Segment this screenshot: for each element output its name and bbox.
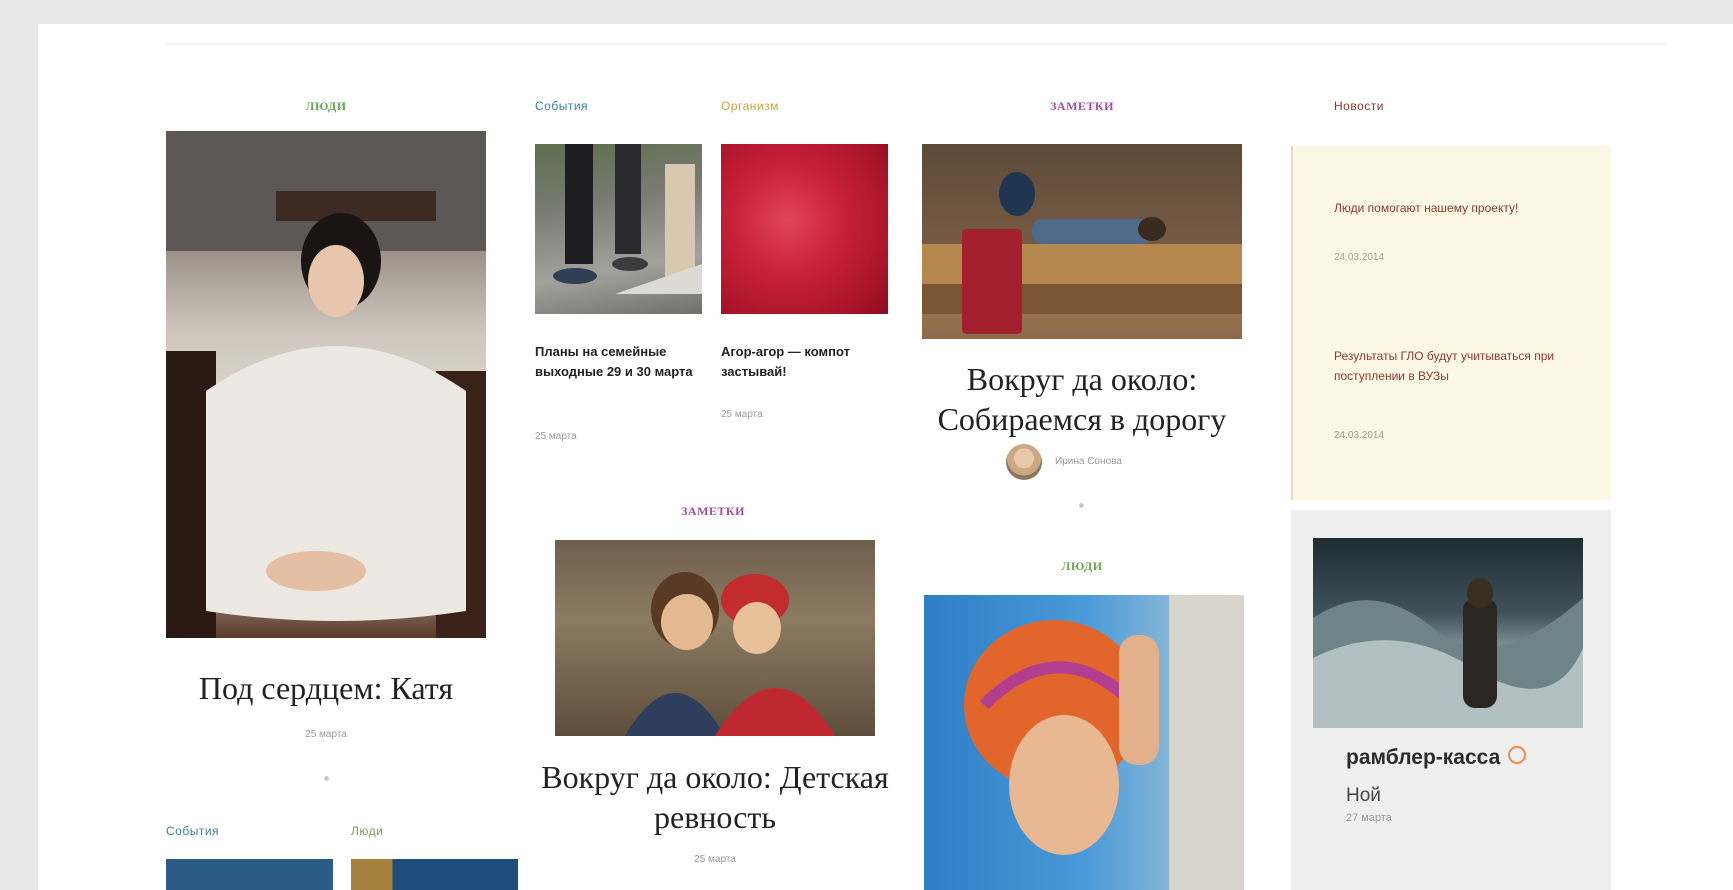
author-name[interactable]: Ирина Сонова: [1055, 456, 1122, 467]
rambler-kassa-brand: рамблер-касса: [1346, 746, 1501, 769]
category-events[interactable]: События: [166, 824, 219, 838]
news-item-date: 24.03.2014: [1334, 430, 1385, 441]
top-divider: [166, 43, 1666, 45]
rambler-kassa-logo[interactable]: рамблер-касса: [1346, 746, 1527, 770]
author-avatar: [1006, 444, 1042, 480]
movie-title[interactable]: Ной: [1346, 785, 1381, 807]
rambler-logo-icon: [1508, 746, 1527, 764]
article-title-agar[interactable]: Агор-агор — компот застывай!: [721, 342, 881, 382]
category-people[interactable]: ЛЮДИ: [166, 99, 486, 114]
rambler-kassa-widget: рамблер-касса Ной 27 марта: [1291, 510, 1611, 890]
category-notes[interactable]: ЗАМЕТКИ: [553, 504, 873, 519]
article-image-woman-turban[interactable]: [924, 595, 1244, 890]
separator-dot: [324, 776, 329, 781]
article-title-pregnant[interactable]: Под сердцем: Катя: [166, 668, 486, 708]
article-date: 25 марта: [535, 431, 577, 442]
news-item-date: 24.03.2014: [1334, 252, 1385, 263]
article-image-suitcase[interactable]: [922, 144, 1242, 339]
article-title-jealousy[interactable]: Вокруг да около: Детская ревность: [535, 757, 895, 837]
article-date: 25 марта: [721, 409, 763, 420]
article-image-blue[interactable]: [166, 859, 333, 890]
news-header[interactable]: Новости: [1334, 99, 1384, 113]
news-left-border: [1291, 146, 1293, 500]
news-item-title[interactable]: Результаты ГЛО будут учитываться при пос…: [1334, 346, 1564, 386]
news-panel: Люди помогают нашему проекту! 24.03.2014…: [1291, 146, 1611, 500]
article-image-children[interactable]: [555, 540, 875, 736]
article-image-red-jelly[interactable]: [721, 144, 888, 314]
article-title-trip[interactable]: Вокруг да около: Собираемся в дорогу: [922, 359, 1242, 439]
category-organism[interactable]: Организм: [721, 99, 779, 113]
movie-date: 27 марта: [1346, 812, 1392, 824]
category-people-small[interactable]: Люди: [351, 824, 383, 838]
category-notes[interactable]: ЗАМЕТКИ: [922, 99, 1242, 114]
article-date: 25 марта: [305, 729, 347, 740]
page: ЛЮДИ Под сердцем: Катя 25 марта События …: [38, 24, 1733, 890]
article-date: 25 марта: [694, 854, 736, 865]
news-item-title[interactable]: Люди помогают нашему проекту!: [1334, 198, 1534, 218]
separator-dot: [1079, 503, 1084, 508]
article-image-walking-feet[interactable]: [535, 144, 702, 314]
category-people[interactable]: ЛЮДИ: [922, 559, 1242, 574]
category-events[interactable]: События: [535, 99, 588, 113]
article-title-weekend[interactable]: Планы на семейные выходные 29 и 30 марта: [535, 342, 695, 382]
article-image-pattern[interactable]: [351, 859, 518, 890]
article-image-pregnant-woman[interactable]: [166, 131, 486, 638]
movie-poster-noah[interactable]: [1313, 538, 1583, 728]
